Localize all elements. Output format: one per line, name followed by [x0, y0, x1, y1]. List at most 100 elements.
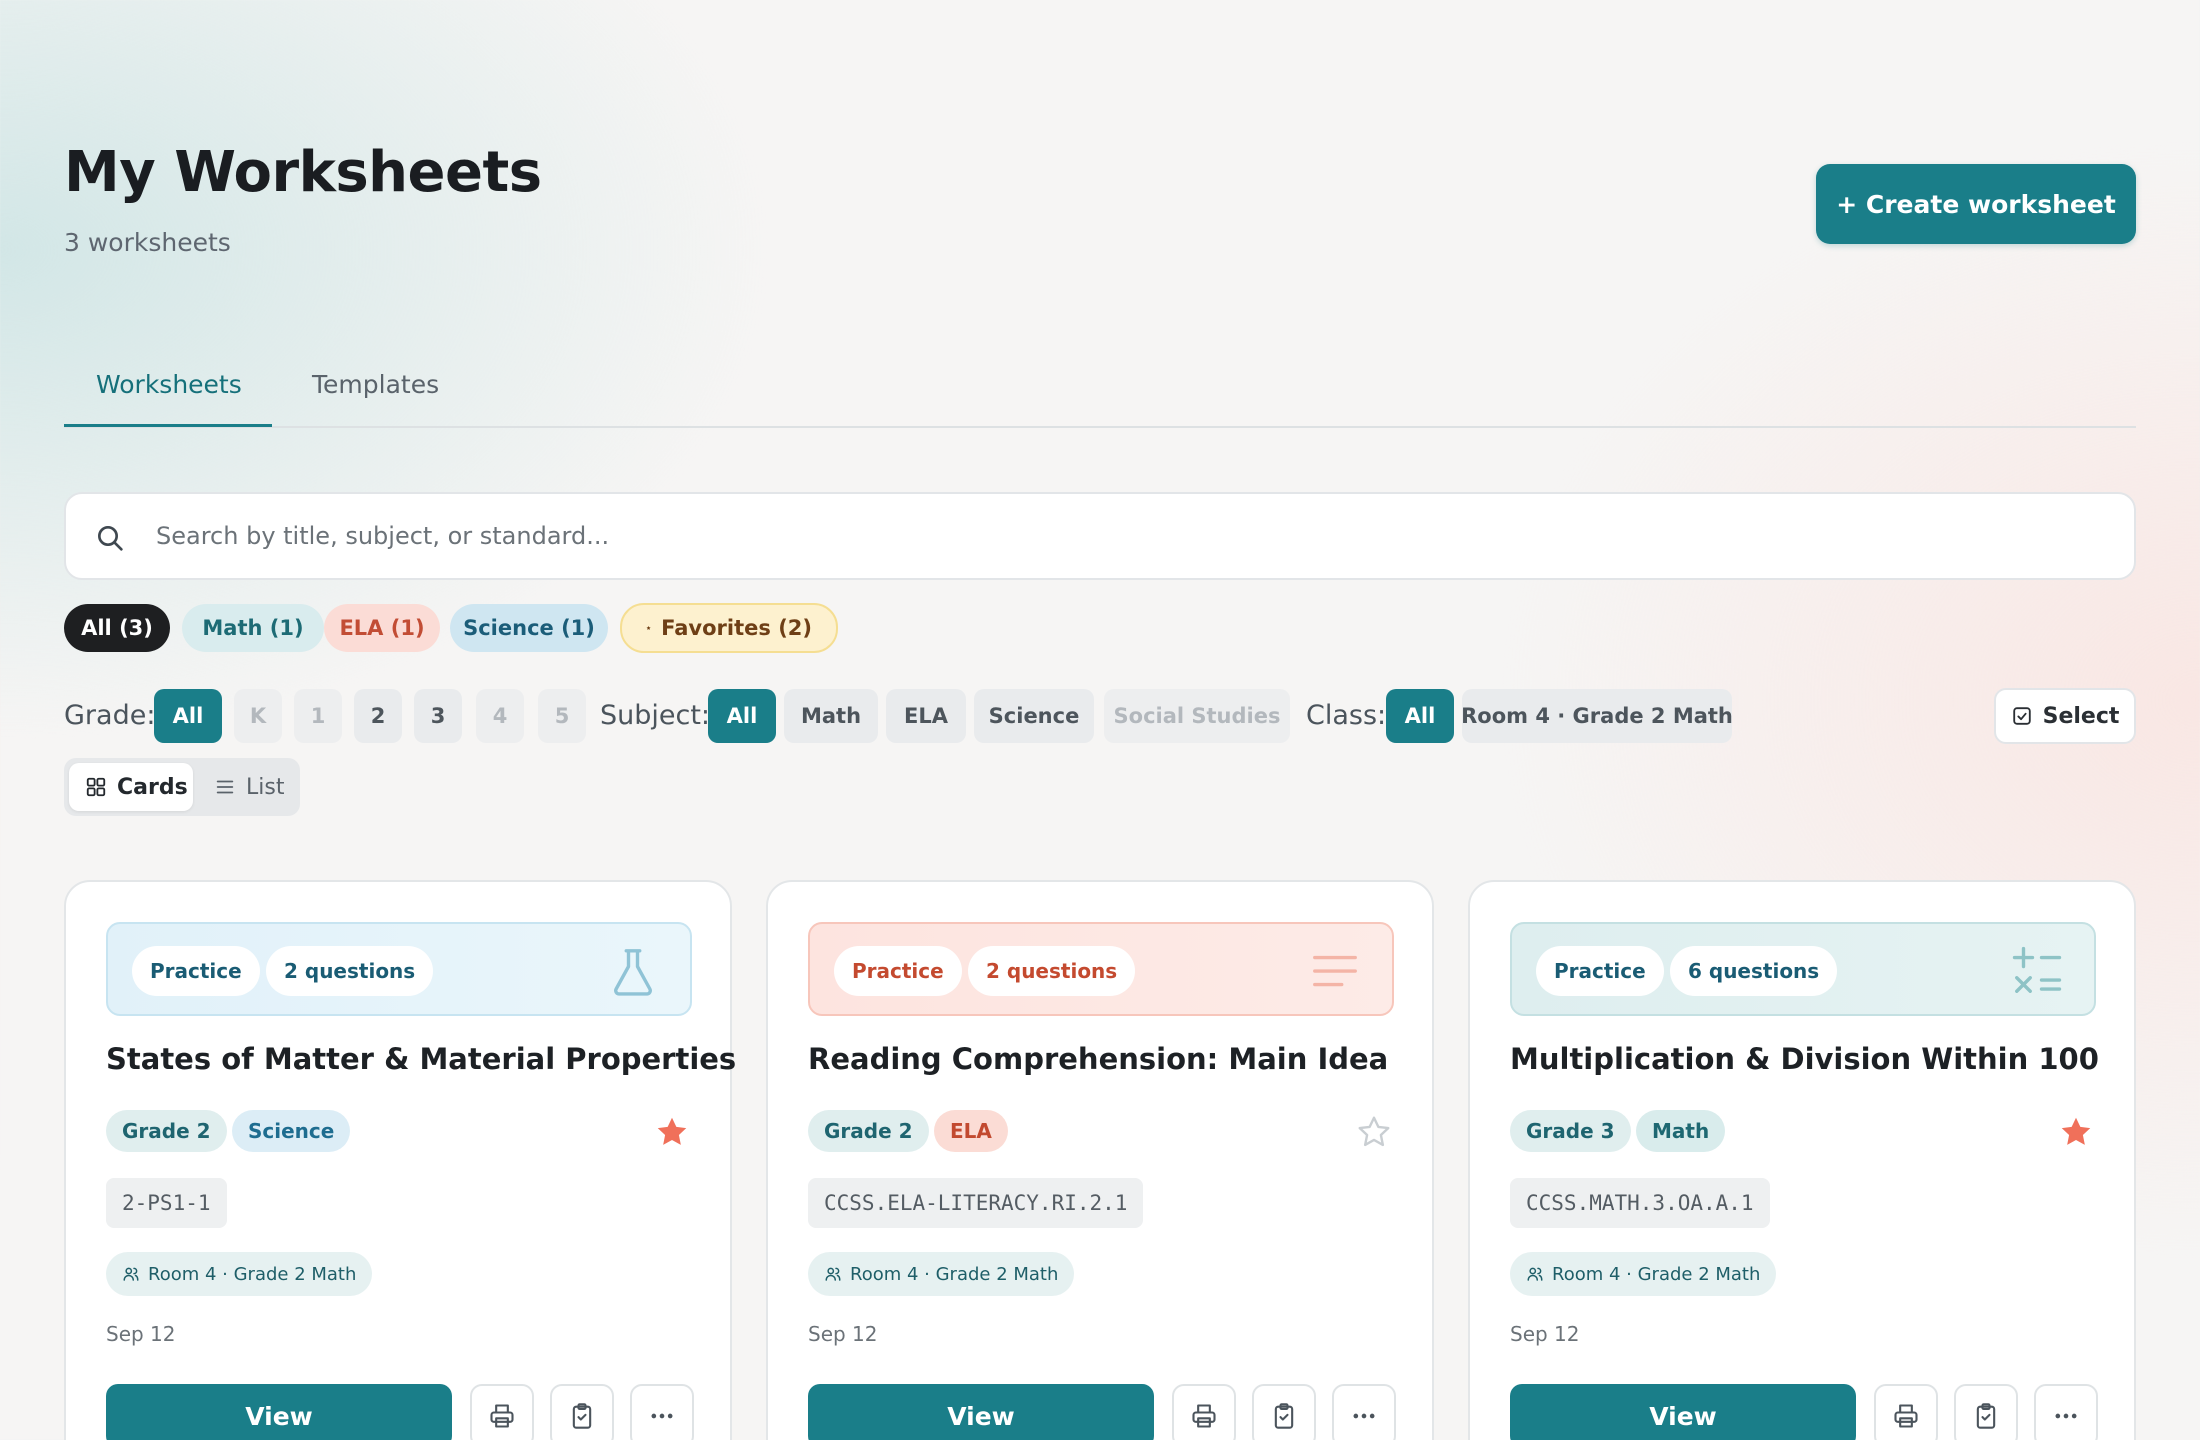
card-title[interactable]: States of Matter & Material Properties [106, 1042, 736, 1076]
ellipsis-icon [2055, 1413, 2077, 1419]
printer-icon [1894, 1404, 1918, 1428]
create-worksheet-button[interactable]: + Create worksheet [1816, 164, 2136, 244]
select-label: Select [2042, 703, 2120, 729]
filter-chip-ela[interactable]: ELA (1) [324, 604, 440, 652]
grade-tag: Grade 2 [106, 1110, 227, 1152]
search-input[interactable]: Search by title, subject, or standard... [156, 522, 609, 550]
view-cards-label: Cards [117, 774, 188, 800]
worksheet-card[interactable]: Practice 2 questions States of Matter & … [64, 880, 736, 1440]
class-badge: Room 4 · Grade 2 Math [1510, 1252, 1777, 1296]
standard-code: 2-PS1-1 [106, 1178, 227, 1228]
card-title[interactable]: Multiplication & Division Within 100 [1510, 1042, 2099, 1076]
card-questions-pill: 6 questions [1670, 946, 1838, 996]
filter-chip-science[interactable]: Science (1) [450, 604, 608, 652]
card-date: Sep 12 [106, 1322, 176, 1346]
view-list-label: List [246, 774, 285, 800]
page: My Worksheets 3 worksheets + Create work… [64, 0, 2136, 1440]
grade-filter-label: Grade: [64, 700, 156, 731]
card-title[interactable]: Reading Comprehension: Main Idea [808, 1042, 1388, 1076]
worksheet-card[interactable]: Practice 2 questions Reading Comprehensi… [766, 880, 1434, 1440]
grade-option-k[interactable]: K [234, 689, 282, 743]
class-option-all[interactable]: All [1386, 689, 1454, 743]
grade-option-1[interactable]: 1 [294, 689, 342, 743]
tab-worksheets[interactable]: Worksheets [96, 370, 242, 399]
clipboard-check-icon [1274, 1403, 1294, 1429]
print-button[interactable] [1172, 1384, 1236, 1440]
card-date: Sep 12 [808, 1322, 878, 1346]
class-label: Room 4 · Grade 2 Math [850, 1263, 1059, 1285]
more-options-button[interactable] [1332, 1384, 1396, 1440]
filter-chip-math[interactable]: Math (1) [182, 604, 324, 652]
grade-option-4[interactable]: 4 [476, 689, 524, 743]
subject-option-all[interactable]: All [708, 689, 776, 743]
search-bar[interactable]: Search by title, subject, or standard... [64, 492, 2136, 580]
view-list-button[interactable]: List [204, 763, 294, 811]
filter-chip-all[interactable]: All (3) [64, 604, 170, 652]
list-icon [216, 780, 234, 794]
grade-option-5[interactable]: 5 [538, 689, 586, 743]
grid-icon [86, 777, 106, 797]
print-button[interactable] [470, 1384, 534, 1440]
card-questions-pill: 2 questions [968, 946, 1136, 996]
active-tab-indicator [64, 424, 272, 427]
search-icon [98, 526, 123, 551]
subject-option-social-studies[interactable]: Social Studies [1104, 689, 1290, 743]
more-options-button[interactable] [2034, 1384, 2098, 1440]
class-badge: Room 4 · Grade 2 Math [808, 1252, 1075, 1296]
grade-tag: Grade 2 [808, 1110, 929, 1152]
subject-option-ela[interactable]: ELA [886, 689, 966, 743]
favorites-label: Favorites (2) [661, 616, 812, 640]
clipboard-check-icon [1976, 1403, 1996, 1429]
subject-option-science[interactable]: Science [974, 689, 1094, 743]
card-banner: Practice 2 questions [808, 922, 1394, 1016]
grade-option-3[interactable]: 3 [414, 689, 462, 743]
view-cards-button[interactable]: Cards [69, 763, 193, 811]
view-button[interactable]: View [1510, 1384, 1856, 1440]
card-date: Sep 12 [1510, 1322, 1580, 1346]
print-button[interactable] [1874, 1384, 1938, 1440]
grade-option-2[interactable]: 2 [354, 689, 402, 743]
standard-code: CCSS.ELA-LITERACY.RI.2.1 [808, 1178, 1144, 1228]
select-button[interactable]: Select [1994, 688, 2136, 744]
ellipsis-icon [1353, 1413, 1375, 1419]
filter-chip-favorites[interactable]: Favorites (2) [620, 603, 838, 653]
star-icon[interactable] [2058, 1114, 2094, 1150]
class-label: Room 4 · Grade 2 Math [148, 1263, 357, 1285]
grade-tag: Grade 3 [1510, 1110, 1631, 1152]
ellipsis-icon [651, 1413, 673, 1419]
assign-button[interactable] [1954, 1384, 2018, 1440]
text-lines-icon [1313, 955, 1357, 987]
view-button[interactable]: View [106, 1384, 452, 1440]
standard-code: CCSS.MATH.3.OA.A.1 [1510, 1178, 1770, 1228]
class-option-room4[interactable]: Room 4 · Grade 2 Math [1461, 689, 1733, 743]
subject-option-math[interactable]: Math [784, 689, 878, 743]
users-icon [123, 1267, 139, 1281]
star-icon[interactable] [654, 1114, 690, 1150]
printer-icon [490, 1404, 514, 1428]
users-icon [1527, 1267, 1543, 1281]
star-outline-icon[interactable] [1356, 1114, 1392, 1150]
view-button[interactable]: View [808, 1384, 1154, 1440]
tab-bar: Worksheets Templates [64, 350, 2136, 428]
card-banner: Practice 6 questions [1510, 922, 2096, 1016]
worksheet-count: 3 worksheets [64, 228, 231, 257]
class-badge: Room 4 · Grade 2 Math [106, 1252, 373, 1296]
subject-filter-label: Subject: [600, 700, 711, 731]
printer-icon [1192, 1404, 1216, 1428]
tab-templates[interactable]: Templates [312, 370, 439, 399]
subject-tag: ELA [934, 1110, 1008, 1152]
assign-button[interactable] [550, 1384, 614, 1440]
more-options-button[interactable] [630, 1384, 694, 1440]
subject-tag: Math [1636, 1110, 1726, 1152]
assign-button[interactable] [1252, 1384, 1316, 1440]
class-label: Room 4 · Grade 2 Math [1552, 1263, 1761, 1285]
view-toggle: Cards List [64, 758, 300, 816]
star-icon [646, 625, 651, 630]
grade-option-all[interactable]: All [154, 689, 222, 743]
clipboard-check-icon [572, 1403, 592, 1429]
worksheet-card[interactable]: Practice 6 questions Multiplication & Di… [1468, 880, 2136, 1440]
card-type-pill: Practice [834, 946, 962, 996]
users-icon [825, 1267, 841, 1281]
page-title: My Worksheets [64, 140, 542, 205]
card-type-pill: Practice [1536, 946, 1664, 996]
